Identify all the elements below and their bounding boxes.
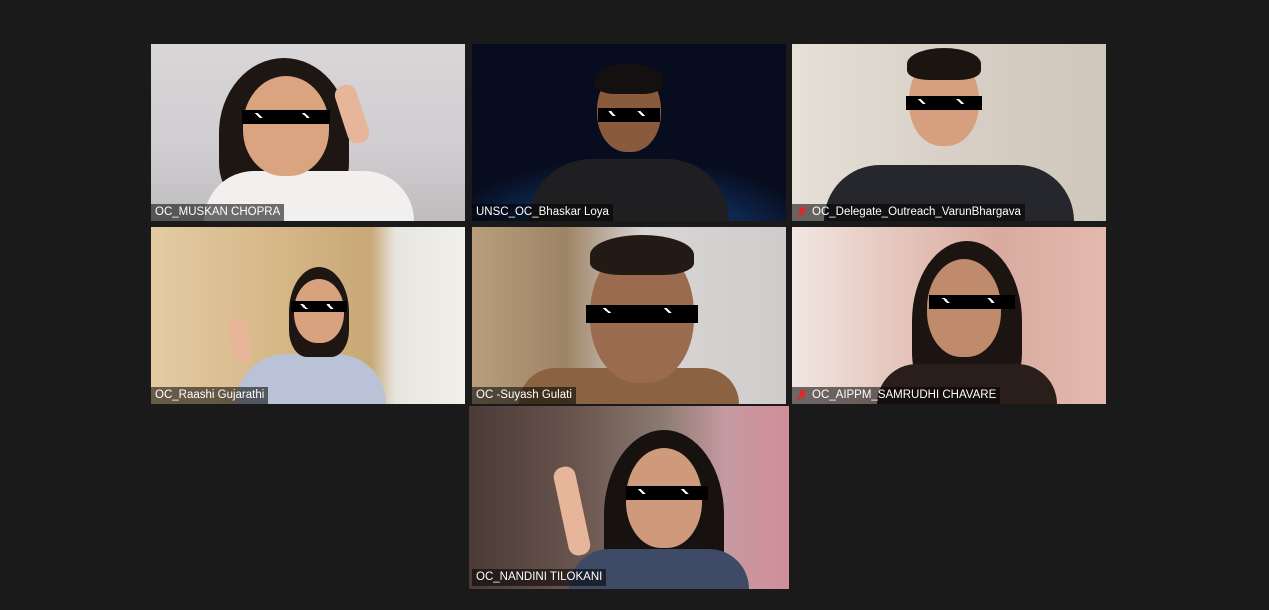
- pixel-sunglasses-icon: [291, 301, 347, 312]
- participant-name: OC_NANDINI TILOKANI: [476, 571, 603, 583]
- participant-name: OC_MUSKAN CHOPRA: [155, 206, 281, 218]
- pixel-sunglasses-icon: [242, 110, 330, 124]
- video-tile-muskan-chopra[interactable]: OC_MUSKAN CHOPRA: [151, 44, 465, 221]
- muted-mic-icon: [796, 206, 808, 218]
- participant-name-label: UNSC_OC_Bhaskar Loya: [472, 204, 613, 221]
- pixel-sunglasses-icon: [598, 108, 660, 122]
- participant-face: [243, 76, 329, 176]
- participant-name: OC -Suyash Gulati: [476, 389, 572, 401]
- pixel-sunglasses-icon: [929, 295, 1015, 309]
- pixel-sunglasses-icon: [626, 486, 708, 500]
- gallery-view: OC_MUSKAN CHOPRA UNSC_OC_Bhaskar Loya OC…: [0, 0, 1269, 610]
- participant-name: OC_Raashi Gujarathi: [155, 389, 265, 401]
- participant-name-label: OC_NANDINI TILOKANI: [472, 569, 607, 586]
- muted-mic-icon: [796, 389, 808, 401]
- participant-name-label: OC_Raashi Gujarathi: [151, 387, 269, 404]
- video-tile-suyash-gulati[interactable]: OC -Suyash Gulati: [472, 227, 786, 404]
- pixel-sunglasses-icon: [586, 305, 698, 323]
- participant-name-label: OC -Suyash Gulati: [472, 387, 576, 404]
- participant-name-label: OC_AIPPM_SAMRUDHI CHAVARE: [792, 387, 1001, 404]
- video-tile-nandini-tilokani[interactable]: OC_NANDINI TILOKANI: [469, 406, 789, 589]
- pixel-sunglasses-icon: [906, 96, 982, 110]
- participant-name: UNSC_OC_Bhaskar Loya: [476, 206, 609, 218]
- participant-hair: [595, 64, 663, 94]
- video-tile-bhaskar-loya[interactable]: UNSC_OC_Bhaskar Loya: [472, 44, 786, 221]
- participant-hair: [590, 235, 694, 275]
- participant-name: OC_AIPPM_SAMRUDHI CHAVARE: [812, 389, 997, 401]
- video-tile-raashi-gujarathi[interactable]: OC_Raashi Gujarathi: [151, 227, 465, 404]
- video-tile-varun-bhargava[interactable]: OC_Delegate_Outreach_VarunBhargava: [792, 44, 1106, 221]
- participant-name-label: OC_MUSKAN CHOPRA: [151, 204, 285, 221]
- participant-name: OC_Delegate_Outreach_VarunBhargava: [812, 206, 1021, 218]
- video-tile-samrudhi-chavare[interactable]: OC_AIPPM_SAMRUDHI CHAVARE: [792, 227, 1106, 404]
- participant-name-label: OC_Delegate_Outreach_VarunBhargava: [792, 204, 1025, 221]
- participant-hair: [907, 48, 981, 80]
